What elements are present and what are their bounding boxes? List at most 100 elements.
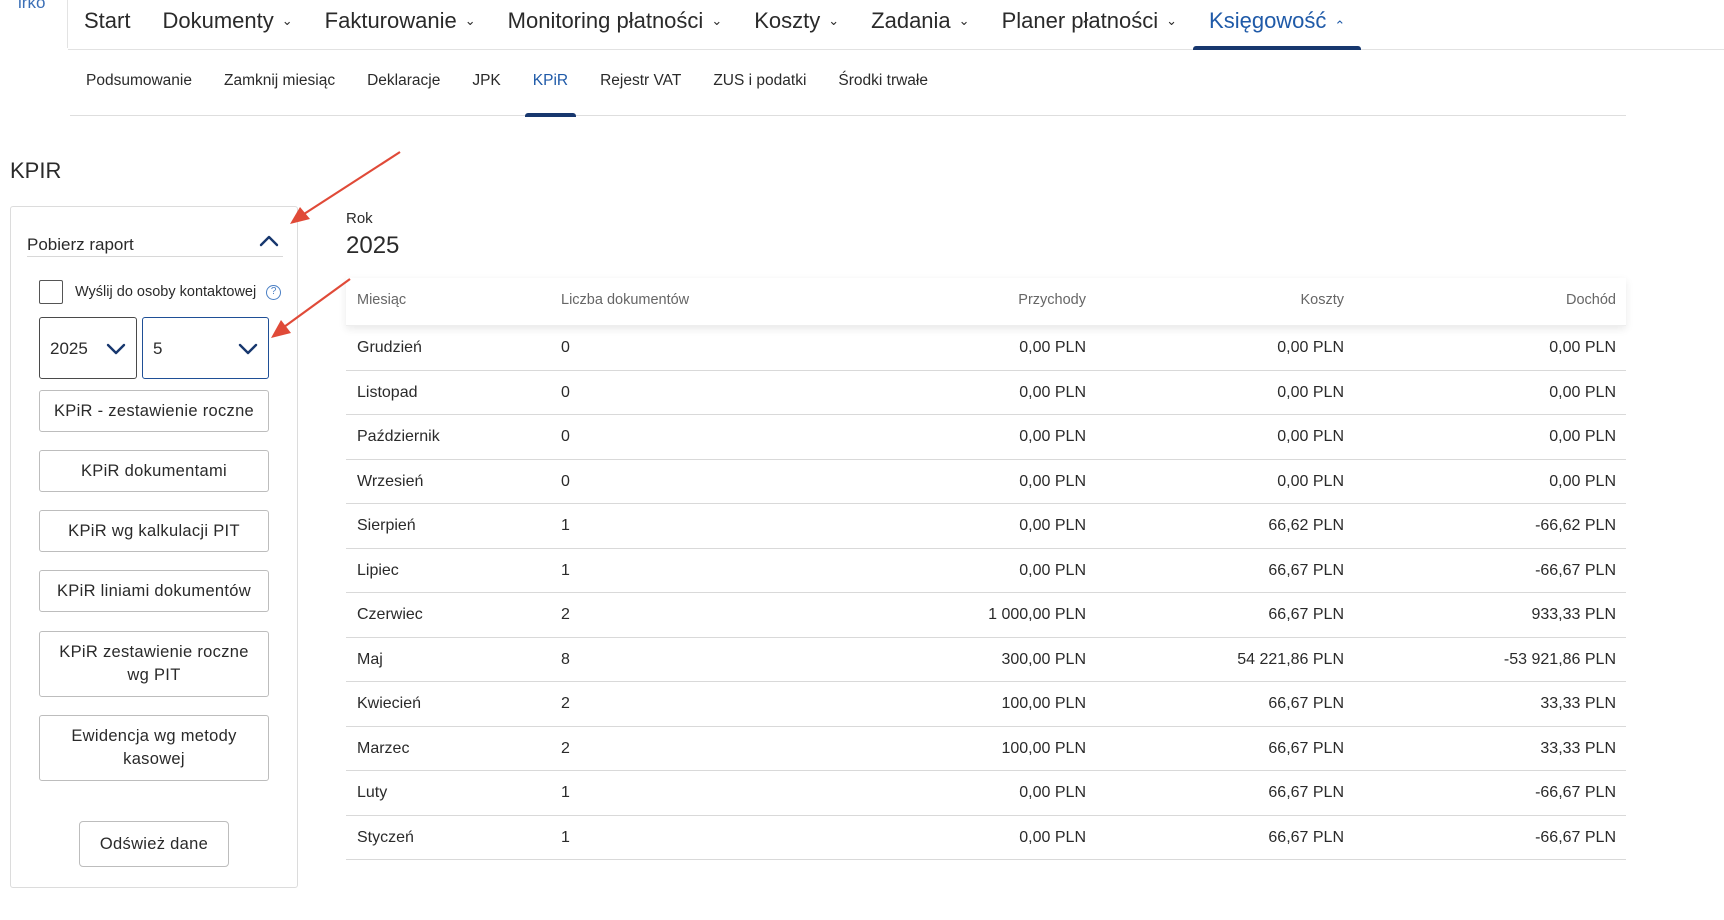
column-header-costs[interactable]: Koszty: [1300, 292, 1344, 308]
cell-income: 0,00 PLN: [1019, 428, 1086, 445]
help-icon[interactable]: ?: [266, 284, 282, 300]
cell-income: 0,00 PLN: [1019, 383, 1086, 401]
chevron-down-icon: ⌄: [464, 13, 476, 28]
sub-nav: Podsumowanie Zamknij miesiąc Deklaracje …: [70, 50, 1626, 117]
column-header-doc-count[interactable]: Liczba dokumentów: [561, 292, 689, 308]
main-nav: Start Dokumenty ⌄ Fakturowanie ⌄ Monitorin…: [68, 0, 1724, 50]
cell-costs: 66,67 PLN: [1268, 561, 1344, 579]
tab-kpir[interactable]: KPiR: [517, 50, 584, 117]
cell-income: 0,00 PLN: [1019, 561, 1086, 579]
tab-jpk[interactable]: JPK: [456, 50, 516, 116]
cell-income: 0,00 PLN: [1019, 472, 1086, 490]
cell-month: Czerwiec: [357, 606, 423, 623]
kpir-table: Miesiąc Liczba dokumentów Przychody Kosz…: [346, 278, 1626, 860]
table-row: Maj 8 300,00 PLN 54 221,86 PLN -53 921,86 PL…: [346, 638, 1626, 682]
cell-month: Lipiec: [357, 561, 399, 579]
table-row: Listopad 0 0,00 PLN 0,00 PLN 0,00 PLN: [346, 371, 1626, 415]
cell-income: 0,00 PLN: [1019, 828, 1086, 846]
cell-profit: 33,33 PLN: [1540, 739, 1616, 757]
cell-profit: -66,67 PLN: [1535, 828, 1616, 846]
nav-item-fakturowanie[interactable]: Fakturowanie ⌄: [309, 0, 492, 50]
cell-income: 0,00 PLN: [1019, 339, 1086, 356]
report-panel-title: Pobierz raport: [27, 235, 134, 254]
table-row: Wrzesień 0 0,00 PLN 0,00 PLN 0,00 PLN: [346, 460, 1626, 504]
report-panel-header[interactable]: Pobierz raport: [27, 217, 283, 257]
tab-rejestr-vat[interactable]: Rejestr VAT: [584, 50, 697, 116]
cell-income: 0,00 PLN: [1019, 784, 1086, 801]
nav-item-dokumenty[interactable]: Dokumenty ⌄: [146, 0, 308, 50]
page-title: KPIR: [10, 158, 62, 183]
table-row: Sierpień 1 0,00 PLN 66,62 PLN -66,62 PLN: [346, 504, 1626, 549]
cell-profit: -66,62 PLN: [1535, 517, 1616, 534]
cell-income: 1 000,00 PLN: [988, 606, 1086, 623]
chevron-down-icon: ⌄: [281, 13, 293, 28]
year-label: Rok: [346, 210, 373, 227]
chevron-down-icon: ⌄: [711, 13, 723, 28]
tab-zamknij-miesiac[interactable]: Zamknij miesiąc: [208, 50, 351, 116]
tab-zus-podatki[interactable]: ZUS i podatki: [697, 50, 822, 116]
year-select[interactable]: 2025: [39, 317, 137, 379]
nav-item-monitoring[interactable]: Monitoring płatności ⌄: [492, 0, 739, 50]
cell-profit: -66,67 PLN: [1535, 784, 1616, 801]
cell-doc-count: 2: [561, 739, 570, 757]
kpir-pit-calculation-button[interactable]: KPiR wg kalkulacji PIT: [39, 510, 269, 552]
kpir-annual-summary-button[interactable]: KPiR - zestawienie roczne: [39, 390, 269, 432]
cell-income: 100,00 PLN: [1001, 739, 1086, 757]
cell-income: 100,00 PLN: [1001, 695, 1086, 712]
cell-month: Luty: [357, 784, 388, 801]
kpir-by-documents-button[interactable]: KPiR dokumentami: [39, 450, 269, 492]
column-header-profit[interactable]: Dochód: [1566, 292, 1616, 308]
nav-item-ksiegowosc[interactable]: Księgowość ⌃: [1193, 0, 1362, 50]
send-to-contact-row: Wyślij do osoby kontaktowej ?: [39, 279, 282, 305]
app-logo[interactable]: irko: [0, 0, 68, 48]
chevron-down-icon: ⌄: [1166, 13, 1178, 28]
table-row: Styczeń 1 0,00 PLN 66,67 PLN -66,67 PLN: [346, 816, 1626, 860]
chevron-up-icon: ⌃: [1334, 18, 1346, 33]
cell-costs: 66,67 PLN: [1268, 739, 1344, 757]
chevron-down-icon: ⌄: [828, 13, 840, 28]
cell-doc-count: 2: [561, 606, 570, 623]
nav-item-koszty[interactable]: Koszty ⌄: [738, 0, 855, 50]
table-row: Marzec 2 100,00 PLN 66,67 PLN 33,33 PLN: [346, 727, 1626, 771]
nav-item-zadania[interactable]: Zadania ⌄: [855, 0, 985, 50]
cell-income: 0,00 PLN: [1019, 517, 1086, 534]
cell-income: 300,00 PLN: [1001, 650, 1086, 668]
month-select[interactable]: 5: [142, 317, 269, 379]
cell-costs: 66,67 PLN: [1268, 784, 1344, 801]
column-header-income[interactable]: Przychody: [1018, 292, 1086, 308]
cell-doc-count: 0: [561, 339, 570, 356]
send-to-contact-checkbox[interactable]: [39, 280, 63, 304]
tab-srodki-trwale[interactable]: Środki trwałe: [822, 50, 944, 116]
cell-doc-count: 1: [561, 517, 570, 534]
tab-podsumowanie[interactable]: Podsumowanie: [70, 50, 208, 116]
cell-profit: 933,33 PLN: [1531, 606, 1616, 623]
cell-month: Kwiecień: [357, 695, 422, 712]
send-to-contact-label: Wyślij do osoby kontaktowej: [75, 284, 257, 300]
year-select-value: 2025: [50, 339, 88, 358]
table-row: Grudzień 0 0,00 PLN 0,00 PLN 0,00 PLN: [346, 326, 1626, 371]
tab-deklaracje[interactable]: Deklaracje: [351, 50, 456, 116]
column-header-month[interactable]: Miesiąc: [357, 292, 406, 308]
cell-doc-count: 0: [561, 472, 570, 490]
table-row: Luty 1 0,00 PLN 66,67 PLN -66,67 PLN: [346, 771, 1626, 816]
chevron-down-icon: ⌄: [958, 13, 970, 28]
report-panel: Pobierz raport Wyślij do osoby kontaktow…: [10, 206, 298, 888]
annotation-arrow: [290, 151, 401, 224]
cell-costs: 0,00 PLN: [1277, 472, 1344, 490]
nav-item-planer[interactable]: Planer płatności ⌄: [986, 0, 1193, 50]
cell-costs: 0,00 PLN: [1277, 339, 1344, 356]
cash-method-register-button[interactable]: Ewidencja wg metody kasowej: [39, 715, 269, 781]
cell-doc-count: 1: [561, 784, 570, 801]
cell-profit: 0,00 PLN: [1549, 428, 1616, 445]
kpir-annual-pit-button[interactable]: KPiR zestawienie roczne wg PIT: [39, 631, 269, 697]
cell-month: Styczeń: [357, 828, 414, 846]
chevron-down-icon: [106, 343, 126, 355]
kpir-document-lines-button[interactable]: KPiR liniami dokumentów: [39, 570, 269, 612]
cell-doc-count: 0: [561, 428, 570, 445]
chevron-down-icon: [238, 343, 258, 355]
refresh-data-button[interactable]: Odśwież dane: [79, 821, 229, 867]
cell-month: Maj: [357, 650, 383, 668]
nav-item-start[interactable]: Start: [68, 0, 146, 50]
table-row: Kwiecień 2 100,00 PLN 66,67 PLN 33,33 PLN: [346, 682, 1626, 727]
cell-month: Marzec: [357, 739, 410, 757]
